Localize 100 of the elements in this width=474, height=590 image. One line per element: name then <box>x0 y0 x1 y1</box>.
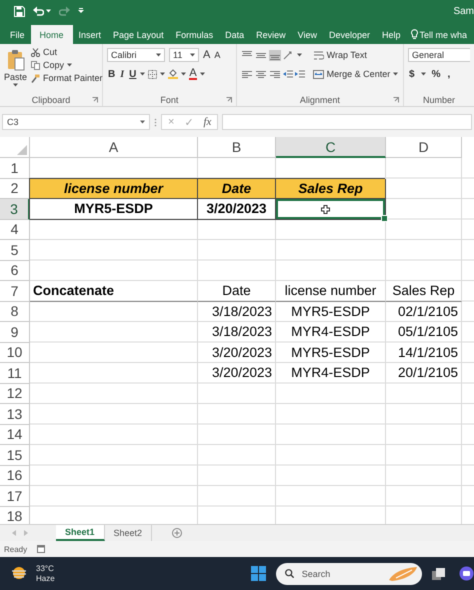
brush-icon[interactable] <box>31 74 40 82</box>
format-painter-button[interactable]: Format Painter <box>43 73 103 83</box>
column-header[interactable]: A <box>30 137 198 158</box>
caret-icon[interactable] <box>393 72 398 76</box>
formula-input[interactable] <box>222 114 472 130</box>
cut-button[interactable]: Cut <box>43 47 58 57</box>
sheet-tab[interactable]: Sheet1 <box>56 525 105 541</box>
row-header[interactable]: 18 <box>0 506 30 524</box>
customize-icon[interactable] <box>78 8 84 14</box>
taskbar-search-box[interactable]: Search <box>276 562 422 584</box>
dialog-launcher-icon[interactable] <box>92 96 98 102</box>
italic-button[interactable]: I <box>119 68 126 80</box>
scissors-icon[interactable] <box>31 48 40 56</box>
dialog-launcher-icon[interactable] <box>393 96 399 102</box>
wrap-text-icon[interactable] <box>314 50 324 60</box>
copy-icon[interactable] <box>31 60 40 70</box>
wrap-text-button[interactable]: Wrap Text <box>326 50 367 60</box>
caret-icon[interactable] <box>67 63 72 67</box>
shrink-font-button[interactable]: A <box>214 50 220 60</box>
dialog-launcher-icon[interactable] <box>226 96 232 102</box>
caret-icon[interactable] <box>140 72 146 76</box>
ribbon-tab[interactable]: Help <box>376 25 407 44</box>
row-header[interactable]: 13 <box>0 404 30 424</box>
search-input[interactable]: Search <box>302 568 372 578</box>
ribbon-tab[interactable]: Home <box>30 25 73 44</box>
ribbon-tab[interactable]: Review <box>250 25 292 44</box>
search-icon[interactable] <box>284 569 294 578</box>
row-header[interactable]: 15 <box>0 445 30 466</box>
font-name-field[interactable]: Calibri <box>107 48 165 62</box>
font-size-field[interactable]: 11 <box>169 48 199 62</box>
caret-icon[interactable] <box>156 53 161 57</box>
merge-icon[interactable] <box>312 70 324 78</box>
ribbon-tab[interactable]: File <box>4 25 31 44</box>
caret-icon[interactable] <box>140 120 145 124</box>
name-box[interactable]: C3 <box>2 114 150 130</box>
ribbon-tab[interactable]: Developer <box>323 25 376 44</box>
currency-button[interactable]: $ <box>408 68 416 80</box>
align-right-icon[interactable] <box>268 68 281 80</box>
ribbon-tab[interactable]: Page Layout <box>107 25 170 44</box>
column-header[interactable]: D <box>386 137 462 158</box>
windows-start-icon[interactable] <box>250 566 266 581</box>
weather-haze-icon[interactable] <box>12 567 26 580</box>
chat-icon[interactable] <box>458 566 474 581</box>
fill-color-icon[interactable] <box>168 69 178 79</box>
undo-icon[interactable] <box>33 6 44 16</box>
borders-icon[interactable] <box>148 70 158 78</box>
merge-center-button[interactable]: Merge & Center <box>326 69 390 79</box>
active-cell[interactable] <box>276 199 386 220</box>
page-layout-icon[interactable] <box>37 545 46 553</box>
fill-handle[interactable] <box>381 214 388 222</box>
comma-button[interactable]: , <box>446 68 452 80</box>
row-header[interactable]: 11 <box>0 363 30 384</box>
caret-icon[interactable] <box>190 53 195 57</box>
row-header[interactable]: 4 <box>0 220 30 240</box>
caret-icon[interactable] <box>160 72 166 76</box>
align-left-icon[interactable] <box>240 68 253 80</box>
caret-icon[interactable] <box>13 83 18 87</box>
ribbon-tab[interactable]: Data <box>219 25 250 44</box>
font-color-button[interactable]: A <box>189 68 197 80</box>
save-icon[interactable] <box>14 6 25 16</box>
increase-indent-icon[interactable] <box>294 70 305 78</box>
row-header[interactable]: 17 <box>0 486 30 506</box>
underline-button[interactable]: U <box>128 68 138 80</box>
row-header[interactable]: 9 <box>0 322 30 342</box>
bold-button[interactable]: B <box>107 68 116 80</box>
caret-icon[interactable] <box>296 53 302 57</box>
row-header[interactable]: 2 <box>0 178 30 199</box>
percent-button[interactable]: % <box>430 68 442 80</box>
align-center-icon[interactable] <box>254 68 267 80</box>
paste-button[interactable]: Paste <box>4 72 28 82</box>
row-header[interactable]: 5 <box>0 240 30 260</box>
paste-icon[interactable] <box>6 49 24 71</box>
row-header[interactable]: 8 <box>0 302 30 322</box>
row-header[interactable]: 1 <box>0 158 30 178</box>
column-header[interactable]: B <box>198 137 276 158</box>
grow-font-button[interactable]: A <box>203 49 210 61</box>
bottom-align-icon[interactable] <box>268 50 281 60</box>
copy-button[interactable]: Copy <box>43 60 64 70</box>
column-header[interactable]: C <box>276 137 386 158</box>
row-header[interactable]: 12 <box>0 384 30 404</box>
caret-icon[interactable] <box>181 72 186 76</box>
tell-me-search[interactable]: Tell me wha <box>420 30 468 40</box>
row-header[interactable]: 14 <box>0 424 30 445</box>
row-header[interactable]: 3 <box>0 199 30 220</box>
add-sheet-icon[interactable] <box>172 528 182 538</box>
lightbulb-icon[interactable] <box>410 29 418 40</box>
caret-icon[interactable] <box>200 72 205 76</box>
row-header[interactable]: 16 <box>0 466 30 486</box>
insert-function-button[interactable]: fx <box>203 116 212 128</box>
caret-icon[interactable] <box>46 9 51 13</box>
ribbon-tab[interactable]: View <box>292 25 323 44</box>
ribbon-tab[interactable]: Formulas <box>170 25 220 44</box>
row-header[interactable]: 10 <box>0 342 30 363</box>
caret-icon[interactable] <box>420 72 426 76</box>
number-format-field[interactable]: General <box>408 48 470 62</box>
ribbon-tab[interactable]: Insert <box>72 25 108 44</box>
row-header[interactable]: 7 <box>0 281 30 302</box>
task-view-icon[interactable] <box>432 568 445 580</box>
row-header[interactable]: 6 <box>0 260 30 281</box>
decrease-indent-icon[interactable] <box>282 70 293 78</box>
